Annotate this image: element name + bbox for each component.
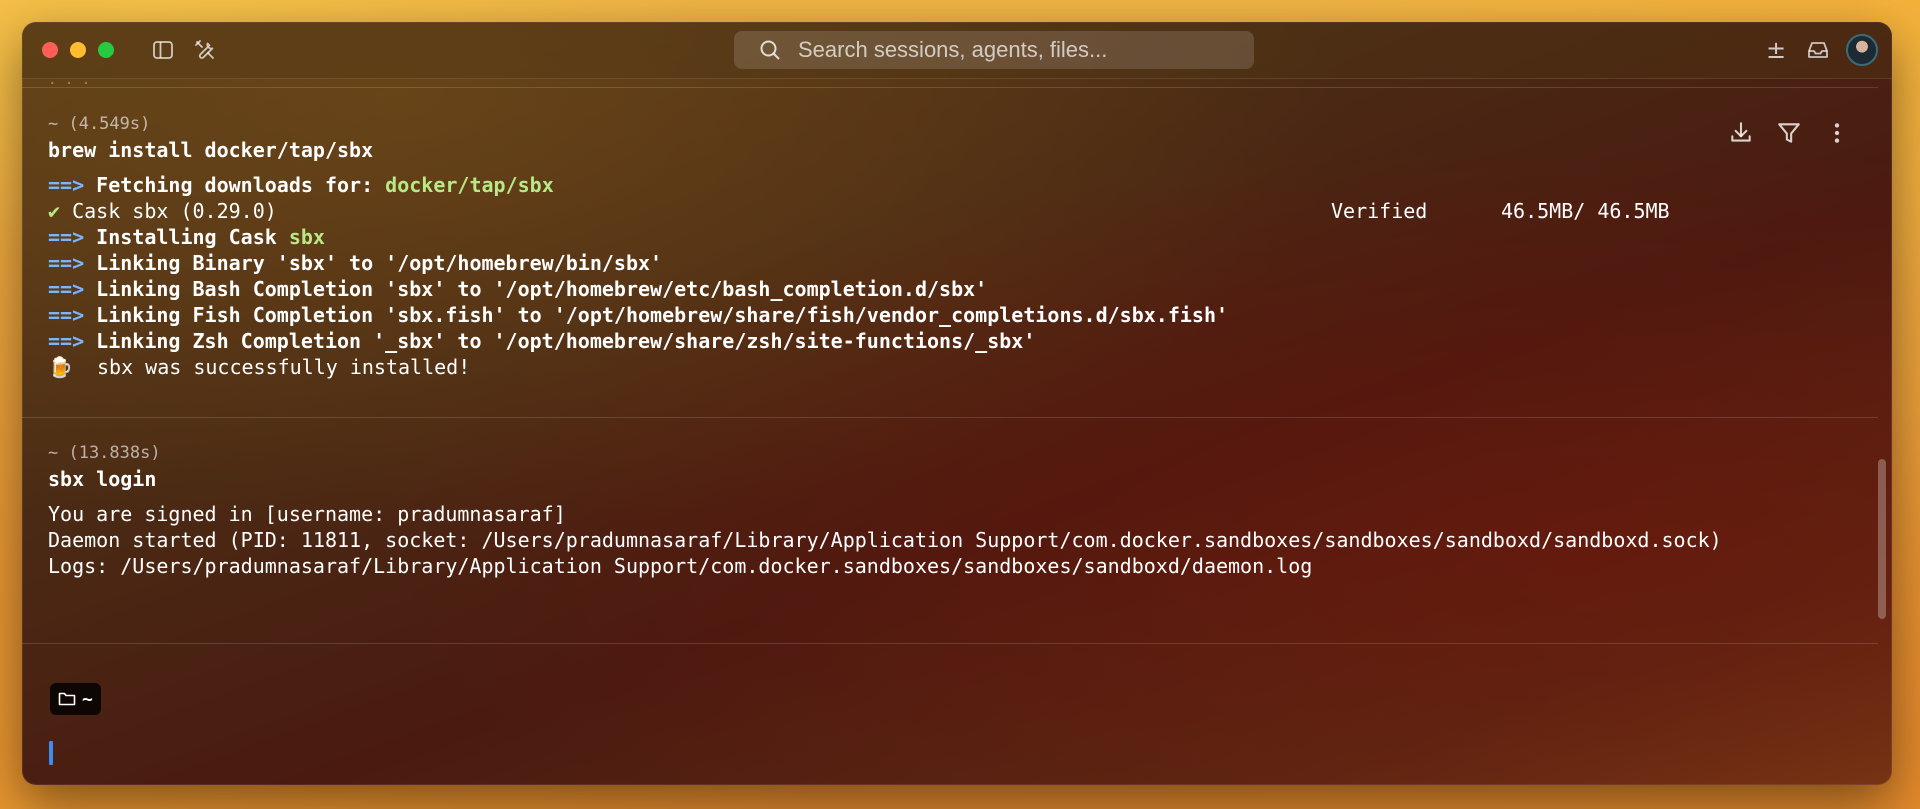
tools-icon[interactable] (191, 36, 219, 64)
output-line: Logs: /Users/pradumnasaraf/Library/Appli… (48, 554, 1313, 578)
text-cursor[interactable] (49, 741, 53, 765)
command-block[interactable]: ~ (4.549s) brew install docker/tap/sbx =… (22, 88, 1878, 418)
folder-icon (58, 692, 76, 706)
title-bar: ± (22, 22, 1892, 79)
command-meta: ~ (13.838s) (48, 443, 161, 463)
output-line: Daemon started (PID: 11811, socket: /Use… (48, 528, 1722, 552)
output-line: ==> Linking Fish Completion 'sbx.fish' t… (48, 303, 1229, 327)
command-text: sbx login (48, 467, 157, 491)
titlebar-right-actions: ± (1762, 34, 1878, 66)
working-directory-label: ~ (82, 688, 93, 710)
block-divider (22, 643, 1878, 644)
block-actions (1728, 120, 1850, 146)
output-line: You are signed in [username: pradumnasar… (48, 502, 566, 526)
output-line: 🍺 sbx was successfully installed! (48, 355, 471, 379)
filter-icon[interactable] (1776, 120, 1802, 146)
output-line: ==> Linking Zsh Completion '_sbx' to '/o… (48, 329, 1036, 353)
output-line: ==> Fetching downloads for: docker/tap/s… (48, 173, 554, 197)
output-line: ==> Installing Cask sbx (48, 225, 325, 249)
command-block[interactable]: ~ (13.838s) sbx login You are signed in … (22, 419, 1878, 644)
avatar[interactable] (1846, 34, 1878, 66)
command-meta: ~ (4.549s) (48, 114, 151, 134)
inbox-icon[interactable] (1804, 36, 1832, 64)
output-line: ==> Linking Bash Completion 'sbx' to '/o… (48, 277, 988, 301)
output-line: ✔ Cask sbx (0.29.0) Verified 46.5MB/ 46.5M… (48, 199, 1670, 223)
sidebar-toggle-icon[interactable] (149, 36, 177, 64)
command-text: brew install docker/tap/sbx (48, 138, 374, 162)
download-icon[interactable] (1728, 120, 1754, 146)
command-output: You are signed in [username: pradumnasar… (48, 501, 1722, 579)
beer-icon: 🍺 (48, 355, 73, 379)
search-icon (760, 40, 780, 60)
terminal-output: · · · ~ (4.549s) brew install docker/tap… (22, 77, 1892, 785)
close-window-button[interactable] (42, 42, 58, 58)
plus-minus-icon[interactable]: ± (1762, 36, 1790, 64)
terminal-window: ± · · · (22, 22, 1892, 785)
working-directory-chip[interactable]: ~ (50, 683, 101, 715)
more-options-icon[interactable] (1824, 120, 1850, 146)
zoom-window-button[interactable] (98, 42, 114, 58)
search-input[interactable] (796, 36, 1254, 64)
command-output: ==> Fetching downloads for: docker/tap/s… (48, 172, 1670, 380)
output-line: ==> Linking Binary 'sbx' to '/opt/homebr… (48, 251, 663, 275)
window-controls (42, 42, 114, 58)
scrollbar-thumb[interactable] (1878, 459, 1886, 619)
search-bar[interactable] (734, 31, 1254, 69)
block-divider (22, 417, 1878, 418)
minimize-window-button[interactable] (70, 42, 86, 58)
check-icon: ✔ (48, 199, 61, 223)
